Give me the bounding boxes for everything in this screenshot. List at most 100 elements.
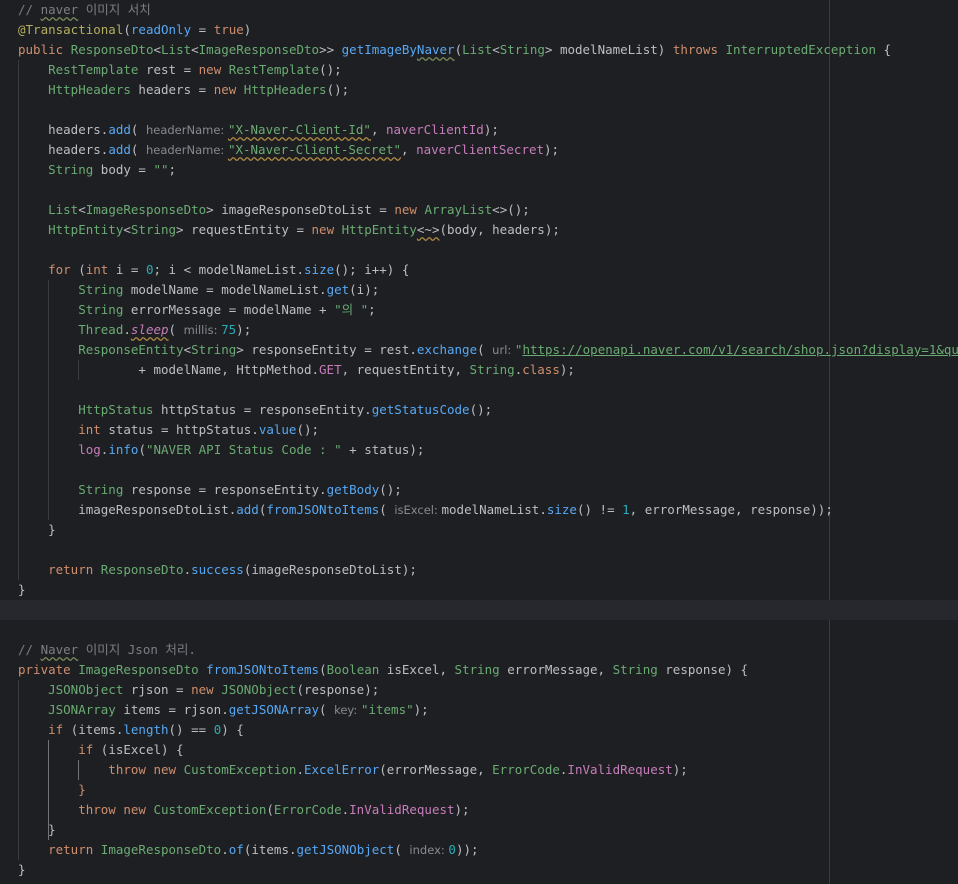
code-token: 이미지 서치: [78, 2, 151, 17]
code-token: String: [191, 342, 237, 357]
code-line[interactable]: }: [0, 820, 958, 840]
code-line[interactable]: Thread.sleep( millis: 75);: [0, 320, 958, 340]
code-token: rjson =: [123, 682, 192, 697]
code-token: ImageResponseDto: [100, 842, 222, 857]
code-line[interactable]: RestTemplate rest = new RestTemplate();: [0, 60, 958, 80]
code-text: @Transactional(readOnly = true): [18, 20, 251, 40]
indent-guide: [48, 380, 50, 400]
code-token: (: [454, 42, 463, 57]
code-line[interactable]: return ImageResponseDto.of(items.getJSON…: [0, 840, 958, 860]
code-token: naverClientSecret: [416, 142, 545, 157]
code-token: sleep: [130, 322, 169, 337]
code-token: headers.: [18, 122, 109, 137]
code-token: <>();: [492, 202, 530, 217]
code-token: log: [18, 442, 101, 457]
code-line[interactable]: public ResponseDto<List<ImageResponseDto…: [0, 40, 958, 60]
code-line[interactable]: if (isExcel) {: [0, 740, 958, 760]
code-line[interactable]: private ImageResponseDto fromJSONtoItems…: [0, 660, 958, 680]
code-line[interactable]: // Naver 이미지 Json 처리.: [0, 640, 958, 660]
code-line[interactable]: int status = httpStatus.value();: [0, 420, 958, 440]
code-line[interactable]: [0, 380, 958, 400]
code-line[interactable]: @Transactional(readOnly = true): [0, 20, 958, 40]
code-line[interactable]: JSONArray items = rjson.getJSONArray( ke…: [0, 700, 958, 720]
code-token: (: [123, 22, 131, 37]
code-token: new: [191, 682, 222, 697]
code-token: add: [108, 142, 131, 157]
code-token: , requestEntity,: [341, 362, 470, 377]
code-line[interactable]: String modelName = modelNameList.get(i);: [0, 280, 958, 300]
code-token: HttpEntity: [18, 222, 124, 237]
code-token: (: [266, 802, 274, 817]
code-token: (imageResponseDtoList);: [243, 562, 417, 577]
code-line[interactable]: headers.add( headerName: "X-Naver-Client…: [0, 120, 958, 140]
inlay-hint: url:: [492, 343, 515, 357]
code-token: "NAVER API Status Code : ": [145, 442, 342, 457]
code-text: private ImageResponseDto fromJSONtoItems…: [18, 660, 748, 680]
code-token: success: [191, 562, 244, 577]
code-token: headers =: [130, 82, 214, 97]
code-line[interactable]: String body = "";: [0, 160, 958, 180]
code-token: ): [243, 22, 252, 37]
code-token: status = httpStatus.: [108, 422, 259, 437]
code-editor[interactable]: // naver 이미지 서치 @Transactional(readOnly =…: [0, 0, 958, 884]
code-line[interactable]: for (int i = 0; i < modelNameList.size()…: [0, 260, 958, 280]
code-token: );: [483, 122, 499, 137]
code-line[interactable]: }: [0, 520, 958, 540]
code-line[interactable]: [0, 540, 958, 560]
code-line[interactable]: if (items.length() == 0) {: [0, 720, 958, 740]
code-line[interactable]: throw new CustomException(ErrorCode.InVa…: [0, 800, 958, 820]
code-token: if: [18, 722, 71, 737]
indent-guide: [18, 100, 19, 120]
code-line[interactable]: [0, 600, 958, 620]
code-token: (: [168, 322, 184, 337]
code-line[interactable]: ResponseEntity<String> responseEntity = …: [0, 340, 958, 360]
code-line[interactable]: HttpStatus httpStatus = responseEntity.g…: [0, 400, 958, 420]
code-token: ErrorCode: [492, 762, 560, 777]
code-token: (: [319, 662, 327, 677]
code-token: String: [18, 302, 124, 317]
code-line[interactable]: [0, 620, 958, 640]
code-token: Naver: [416, 42, 455, 57]
code-line[interactable]: HttpHeaders headers = new HttpHeaders();: [0, 80, 958, 100]
code-text: String modelName = modelNameList.get(i);: [18, 280, 379, 300]
code-token: new: [394, 202, 425, 217]
code-token: ,: [401, 142, 417, 157]
code-token: ,: [370, 122, 386, 137]
code-token: {: [876, 42, 892, 57]
code-token: fromJSONtoItems: [266, 502, 380, 517]
code-line[interactable]: // naver 이미지 서치: [0, 0, 958, 20]
code-line[interactable]: [0, 460, 958, 480]
code-token: modelNameList.: [441, 502, 547, 517]
code-token: throws: [672, 42, 726, 57]
code-token: String: [18, 282, 124, 297]
code-line[interactable]: [0, 240, 958, 260]
code-line[interactable]: imageResponseDtoList.add (fromJSONtoItems…: [0, 500, 958, 520]
code-token: List: [462, 42, 493, 57]
code-line[interactable]: HttpEntity<String> requestEntity = new H…: [0, 220, 958, 240]
code-line[interactable]: }: [0, 780, 958, 800]
code-line[interactable]: }: [0, 580, 958, 600]
code-line[interactable]: + modelName, HttpMethod.GET, requestEnti…: [0, 360, 958, 380]
code-line[interactable]: throw new CustomException.ExcelError(err…: [0, 760, 958, 780]
code-line[interactable]: [0, 180, 958, 200]
code-line[interactable]: return ResponseDto.success(imageResponse…: [0, 560, 958, 580]
code-line[interactable]: [0, 100, 958, 120]
code-line[interactable]: String errorMessage = modelName + "의 ";: [0, 300, 958, 320]
code-line[interactable]: log.info("NAVER API Status Code : " + st…: [0, 440, 958, 460]
code-line[interactable]: JSONObject rjson = new JSONObject(respon…: [0, 680, 958, 700]
code-line[interactable]: }: [0, 860, 958, 880]
code-line[interactable]: headers.add( headerName: "X-Naver-Client…: [0, 140, 958, 160]
code-token: naverClientId: [386, 122, 484, 137]
code-line[interactable]: String response = responseEntity.getBody…: [0, 480, 958, 500]
code-token: modelName = modelNameList.: [123, 282, 327, 297]
code-token: <: [492, 42, 500, 57]
code-token: ErrorCode: [273, 802, 342, 817]
code-token: HttpEntity: [341, 222, 417, 237]
code-token: String: [469, 362, 515, 377]
code-token: =: [191, 22, 214, 37]
code-text: List<ImageResponseDto> imageResponseDtoL…: [18, 200, 530, 220]
code-text: ResponseEntity<String> responseEntity = …: [18, 340, 958, 360]
code-token: );: [672, 762, 688, 777]
code-line[interactable]: List<ImageResponseDto> imageResponseDtoL…: [0, 200, 958, 220]
code-token: ; i < modelNameList.: [153, 262, 305, 277]
